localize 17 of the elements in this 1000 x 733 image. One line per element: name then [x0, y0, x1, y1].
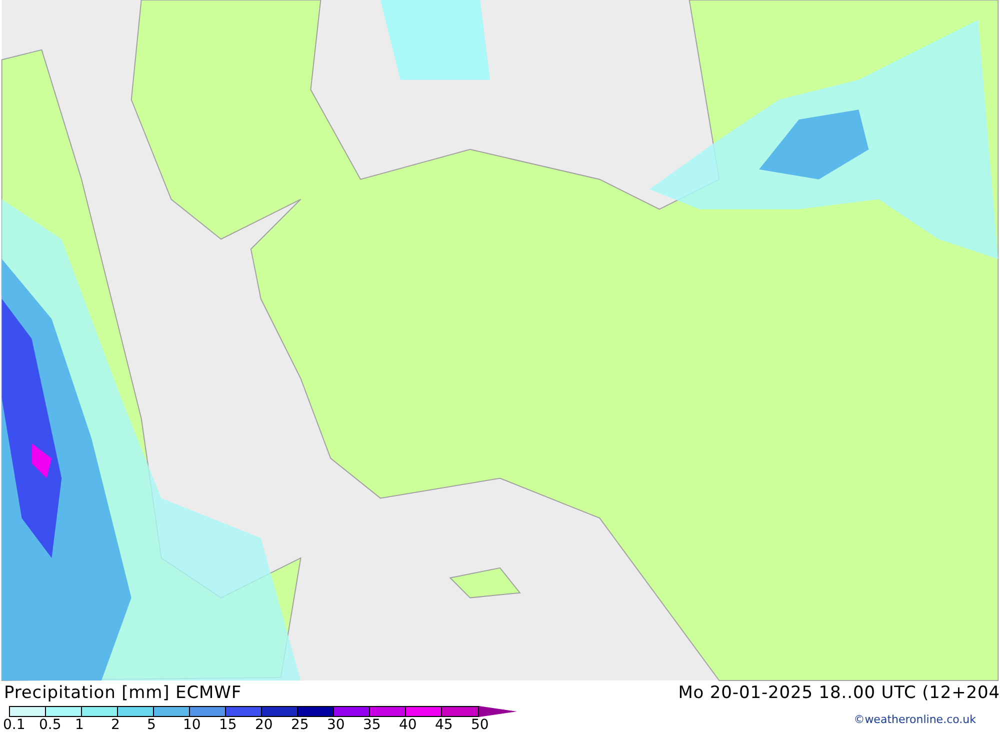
legend-label: 0.5 [39, 717, 62, 733]
legend-label: 1 [75, 717, 85, 733]
legend-label: 5 [147, 717, 157, 733]
legend-label: 35 [363, 717, 382, 733]
legend-label: 45 [435, 717, 454, 733]
valid-time: Mo 20-01-2025 18..00 UTC (12+204 [678, 682, 1000, 704]
legend-label: 20 [255, 717, 274, 733]
legend-label: 50 [471, 717, 490, 733]
legend-label: 40 [399, 717, 418, 733]
map-title: Precipitation [mm] ECMWF [4, 682, 242, 704]
legend-label: 25 [291, 717, 310, 733]
legend-label: 15 [219, 717, 238, 733]
legend-label: 10 [183, 717, 202, 733]
legend-label: 2 [111, 717, 121, 733]
copyright-link[interactable]: ©weatheronline.co.uk [854, 712, 976, 728]
legend-label: 0.1 [3, 717, 26, 733]
legend-label: 30 [327, 717, 346, 733]
